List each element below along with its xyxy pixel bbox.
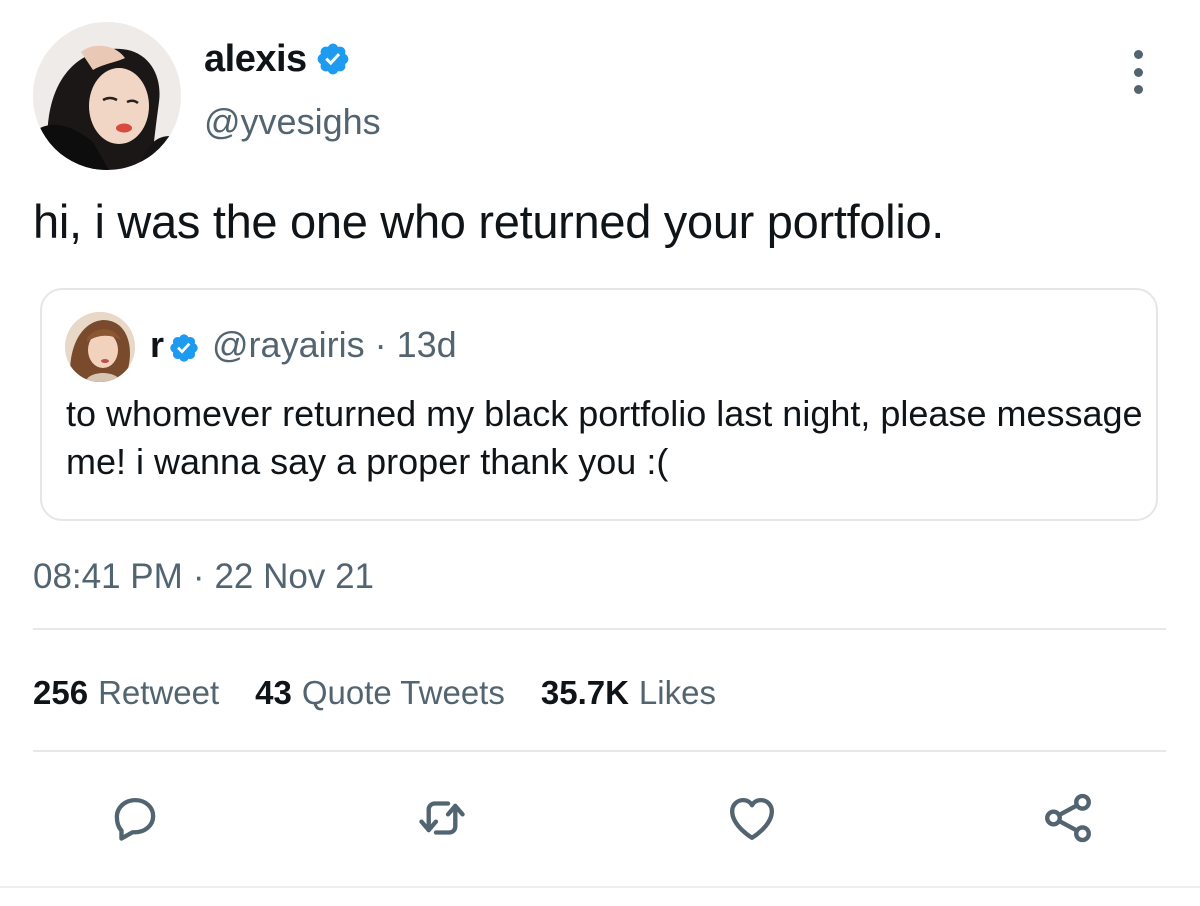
engagement-stats: 256 Retweet 43 Quote Tweets 35.7K Likes	[33, 672, 752, 714]
quoted-tweet-header: r @rayairis · 13d	[150, 322, 457, 368]
divider	[33, 628, 1166, 630]
share-button[interactable]	[1032, 782, 1104, 854]
more-dot-icon	[1133, 67, 1143, 77]
author-name[interactable]: alexis	[204, 36, 307, 82]
likes-count: 35.7K	[540, 674, 629, 711]
tweet-time: 08:41 PM	[33, 557, 183, 596]
timestamp-separator: ·	[192, 557, 205, 596]
bottom-divider	[0, 886, 1200, 888]
quote-tweets-label: Quote Tweets	[301, 674, 505, 711]
more-dot-icon	[1133, 50, 1143, 59]
quote-tweets-count: 43	[255, 674, 292, 711]
tweet-date: 22 Nov 21	[214, 557, 375, 596]
quoted-tweet-text: to whomever returned my black portfolio …	[66, 393, 1143, 482]
retweet-button[interactable]	[406, 782, 478, 854]
share-icon	[1045, 793, 1091, 843]
quoted-author-handle[interactable]: @rayairis	[212, 322, 365, 368]
verified-badge-icon	[168, 329, 200, 362]
reply-icon	[114, 797, 156, 841]
retweet-icon	[419, 801, 465, 835]
quoted-tweet-age: 13d	[396, 324, 457, 365]
likes-stat[interactable]: 35.7K Likes	[541, 672, 716, 714]
retweets-label: Retweet	[98, 674, 220, 711]
author-handle[interactable]: @yvesighs	[204, 100, 381, 144]
tweet-timestamp[interactable]: 08:41 PM · 22 Nov 21	[33, 555, 374, 599]
quoted-author-name[interactable]: r	[150, 322, 164, 368]
more-dot-icon	[1133, 85, 1143, 94]
tweet-text: hi, i was the one who returned your port…	[33, 195, 945, 248]
reply-button[interactable]	[99, 782, 171, 854]
quoted-author-avatar[interactable]	[65, 312, 135, 382]
quoted-separator: ·	[374, 324, 387, 365]
quote-tweets-stat[interactable]: 43 Quote Tweets	[255, 672, 505, 714]
retweets-count: 256	[33, 674, 89, 711]
divider	[33, 750, 1166, 752]
likes-label: Likes	[638, 674, 716, 711]
author-name-row[interactable]: alexis	[204, 36, 351, 82]
retweets-stat[interactable]: 256 Retweet	[33, 672, 219, 714]
heart-icon	[730, 797, 774, 840]
verified-badge-icon	[315, 41, 351, 77]
author-avatar[interactable]	[33, 22, 181, 170]
like-button[interactable]	[716, 782, 788, 854]
more-options-button[interactable]	[1120, 50, 1156, 94]
